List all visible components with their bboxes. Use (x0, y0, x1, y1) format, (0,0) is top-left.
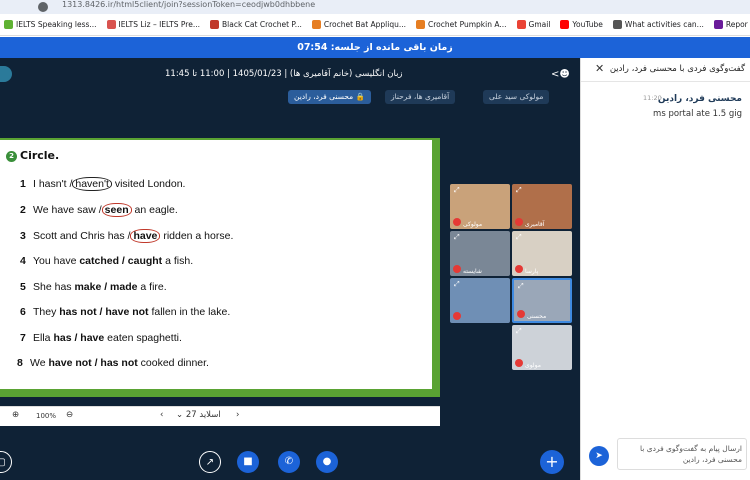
message-sender: محسنی فرد، رادین (657, 94, 742, 104)
bookmark-favicon-icon (516, 20, 526, 29)
chat-header: ✕ گفت‌وگوی فردی با محسنی فرد، رادین (581, 58, 750, 82)
chevron-down-icon: ⌄ (176, 410, 184, 420)
muted-mic-icon (517, 310, 525, 318)
bookmark-item[interactable]: IELTS Liz – IELTS Pre... (106, 20, 200, 29)
bookmark-favicon-icon (612, 20, 622, 29)
participant-name: شایسته (463, 268, 482, 275)
participant-name: محسنی (527, 313, 547, 320)
participant-video-tile[interactable]: ⤢ (450, 278, 510, 323)
chat-panel: ✕ گفت‌وگوی فردی با محسنی فرد، رادین 11:2… (580, 58, 750, 480)
add-action-button[interactable]: + (540, 450, 564, 474)
users-list-icon[interactable]: <☻ (551, 69, 570, 80)
participant-name: مولوی (525, 362, 541, 369)
expand-icon[interactable]: ⤢ (454, 233, 460, 242)
sentence-7: 7 Ella has / have eaten spaghetti. (20, 332, 182, 344)
muted-mic-icon (453, 312, 461, 320)
expand-icon[interactable]: ⤢ (454, 280, 460, 289)
expand-icon[interactable]: ⤢ (454, 186, 460, 195)
chat-title: گفت‌وگوی فردی با محسنی فرد، رادین (609, 64, 745, 74)
expand-icon[interactable]: ⤢ (518, 282, 524, 291)
slide-controls: ⊕ 100% ⊖ ‹ اسلاید 27 ⌄ › (0, 406, 440, 426)
participant-name: مولوکی (463, 221, 483, 228)
zoom-out-icon[interactable]: ⊖ (66, 410, 73, 420)
bookmark-item[interactable]: Crochet Pumpkin A... (416, 20, 507, 29)
participant-video-tile[interactable]: ⤢ پارسا (512, 231, 572, 276)
send-icon[interactable]: ➤ (589, 446, 609, 466)
meeting-title: زبان انگلیسی (خانم آقامیری ها) | 1405/01… (165, 69, 403, 79)
session-timer: زمان باقی مانده از جلسه: 07:54 (0, 37, 750, 58)
sentence-5: 5 She has make / made a fire. (20, 281, 167, 293)
sentence-6: 6 They has not / have not fallen in the l… (20, 306, 231, 318)
slide-selector[interactable]: اسلاید 27 ⌄ (176, 410, 221, 420)
camera-button[interactable]: ■ (237, 451, 259, 473)
bookmark-item[interactable]: Repor (713, 20, 748, 29)
participant-chip[interactable]: آقامیری ها، فرحناز (385, 90, 456, 104)
participant-name: آقامیری (525, 221, 545, 228)
next-slide-icon[interactable]: › (236, 410, 239, 420)
prev-slide-icon[interactable]: ‹ (160, 410, 163, 420)
zoom-in-icon[interactable]: ⊕ (12, 410, 19, 420)
muted-mic-icon (515, 218, 523, 226)
muted-mic-icon (453, 218, 461, 226)
site-info-icon[interactable] (38, 2, 48, 12)
bookmark-favicon-icon (416, 20, 426, 29)
meeting-area: زبان انگلیسی (خانم آقامیری ها) | 1405/01… (0, 58, 580, 480)
participant-video-tile[interactable]: ⤢ شایسته (450, 231, 510, 276)
bookmark-item[interactable]: YouTube (560, 20, 603, 29)
bookmark-item[interactable]: Crochet Bat Appliqu... (311, 20, 406, 29)
screen-share-icon[interactable]: ↗ (199, 451, 221, 473)
fullscreen-icon[interactable]: ▢ (0, 451, 12, 473)
bookmark-favicon-icon (4, 20, 13, 29)
participant-video-tile[interactable]: ⤢ مولوی (512, 325, 572, 370)
bookmark-favicon-icon (210, 20, 219, 29)
bookmark-favicon-icon (106, 20, 116, 29)
phone-button[interactable]: ✆ (278, 451, 300, 473)
address-bar[interactable]: 1313.8426.ir/html5client/join?sessionTok… (0, 0, 750, 14)
lock-icon: 🔒 (353, 92, 365, 101)
sentence-2: 2 We have saw / seen an eagle. (20, 203, 178, 217)
participant-video-tile[interactable]: ⤢ مولوکی (450, 184, 510, 229)
sentence-4: 4 You have catched / caught a fish. (20, 255, 194, 267)
exercise-heading: 2 Circle. (6, 149, 59, 162)
participant-chip[interactable]: مولوکی سید علی (483, 90, 550, 104)
bookmark-item[interactable]: Gmail (516, 20, 550, 29)
expand-icon[interactable]: ⤢ (516, 233, 522, 242)
bookmark-favicon-icon (713, 20, 723, 29)
chat-input[interactable]: ارسال پیام به گفت‌وگوی فردی با محسنی فرد… (617, 438, 747, 470)
participant-video-tile[interactable]: ⤢ آقامیری (512, 184, 572, 229)
close-icon[interactable]: ✕ (595, 62, 604, 75)
bookmark-favicon-icon (311, 20, 321, 29)
bookmark-item[interactable]: Black Cat Crochet P... (210, 20, 302, 29)
bookmarks-bar: IELTS Speaking less... IELTS Liz – IELTS … (0, 14, 750, 36)
muted-mic-icon (515, 265, 523, 273)
message-text: ms portal ate 1.5 gig (653, 109, 742, 119)
participant-video-tile[interactable]: ⤢ محسنی (512, 278, 572, 323)
bookmark-item[interactable]: IELTS Speaking less... (4, 20, 97, 29)
expand-icon[interactable]: ⤢ (516, 186, 522, 195)
participant-name: پارسا (525, 268, 539, 275)
sentence-1: 1I hasn't / haven't visited London. (20, 177, 186, 191)
sentence-8: 8 We have not / has not cooked dinner. (17, 357, 209, 369)
menu-toggle-icon[interactable] (0, 66, 12, 82)
url-text[interactable]: 1313.8426.ir/html5client/join?sessionTok… (62, 0, 315, 9)
muted-mic-icon (515, 359, 523, 367)
bookmark-item[interactable]: What activities can... (612, 20, 704, 29)
sentence-3: 3 Scott and Chris has / have ridden a hors… (20, 229, 234, 243)
muted-mic-icon (453, 265, 461, 273)
bookmark-favicon-icon (560, 20, 570, 29)
microphone-button[interactable]: ● (316, 451, 338, 473)
zoom-level: 100% (36, 412, 57, 420)
exercise-number: 2 (6, 151, 17, 162)
participant-chip-active[interactable]: 🔒 محسنی فرد، رادین (288, 90, 371, 104)
presentation-slide: 2 Circle. 1I hasn't / haven't visited Lond… (0, 138, 440, 397)
expand-icon[interactable]: ⤢ (516, 327, 522, 336)
